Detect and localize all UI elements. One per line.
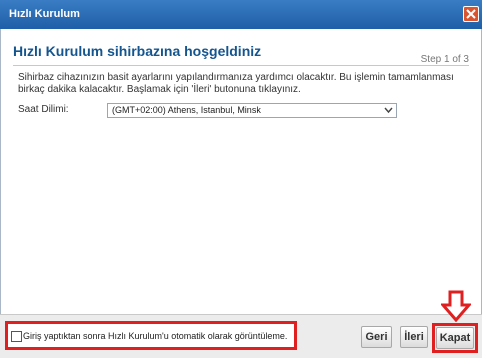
timezone-label: Saat Dilimi: <box>18 104 69 115</box>
window-close-button[interactable] <box>463 6 479 22</box>
auto-hide-checkbox[interactable] <box>11 331 22 342</box>
heading-divider <box>13 65 469 66</box>
timezone-value: (GMT+02:00) Athens, Istanbul, Minsk <box>112 105 261 115</box>
wizard-footer: Giriş yaptıktan sonra Hızlı Kurulum'u ot… <box>0 314 482 358</box>
chevron-down-icon <box>384 107 393 114</box>
close-icon <box>466 9 476 19</box>
timezone-select[interactable]: (GMT+02:00) Athens, Istanbul, Minsk <box>107 103 397 118</box>
wizard-content: Hızlı Kurulum sihirbazına hoşgeldiniz St… <box>0 29 482 314</box>
arrow-down-icon <box>441 290 471 322</box>
step-indicator: Step 1 of 3 <box>420 54 469 65</box>
auto-hide-label: Giriş yaptıktan sonra Hızlı Kurulum'u ot… <box>23 331 288 341</box>
back-button[interactable]: Geri <box>361 326 392 348</box>
close-button[interactable]: Kapat <box>436 327 474 349</box>
next-button[interactable]: İleri <box>400 326 428 348</box>
window-title: Hızlı Kurulum <box>9 8 80 20</box>
wizard-description: Sihirbaz cihazınızın basit ayarlarını ya… <box>18 72 454 95</box>
auto-hide-highlight: Giriş yaptıktan sonra Hızlı Kurulum'u ot… <box>5 321 297 350</box>
title-bar: Hızlı Kurulum <box>0 0 482 29</box>
wizard-heading: Hızlı Kurulum sihirbazına hoşgeldiniz <box>13 43 262 59</box>
